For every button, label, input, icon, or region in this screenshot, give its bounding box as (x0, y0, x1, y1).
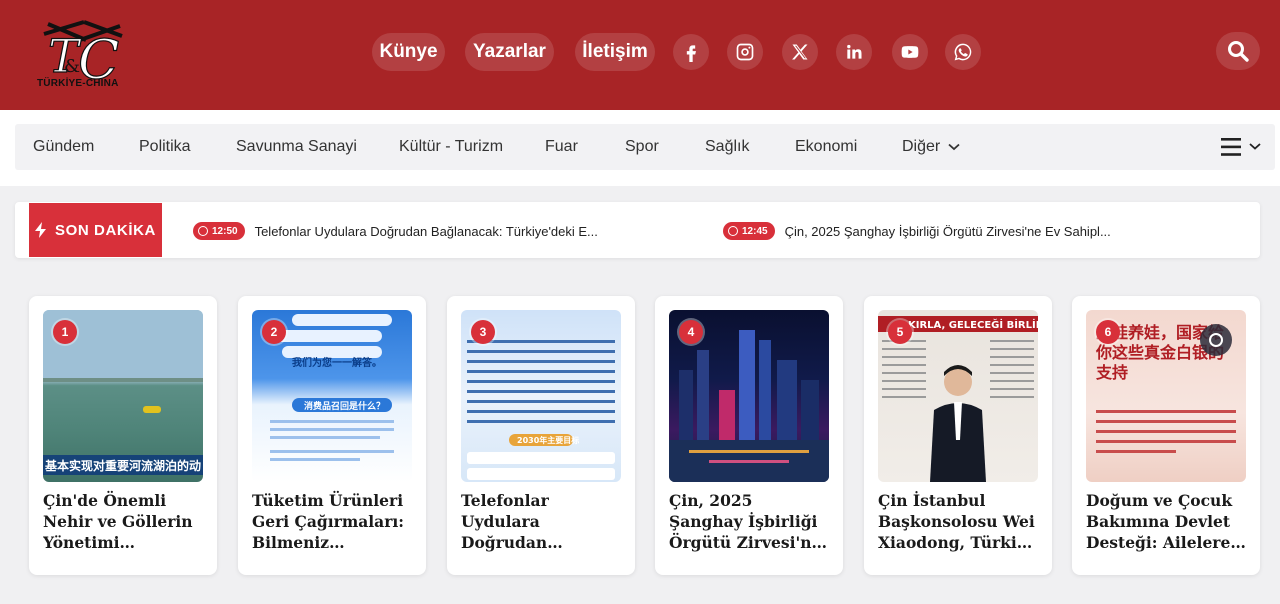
breaking-news-bar: SON DAKİKA 12:50 Telefonlar Uydulara Doğ… (15, 202, 1260, 258)
thumb-line: 我们为您一一解答。 (292, 356, 382, 369)
rank-badge: 4 (679, 320, 703, 344)
news-card[interactable]: 2030年主要目标 3 Telefonlar Uydulara Doğrudan… (447, 296, 635, 575)
category-savunma-sanayi[interactable]: Savunma Sanayi (236, 124, 357, 170)
time-badge-value: 12:50 (212, 225, 238, 237)
breaking-news-label: SON DAKİKA (29, 203, 162, 257)
news-thumbnail[interactable]: KIRLA, GELECEĞİ BİRLİKTE İNŞA 5 (878, 310, 1038, 482)
category-ekonomi[interactable]: Ekonomi (795, 124, 857, 170)
news-card-title[interactable]: Çin'de Önemli Nehir ve Göllerin Yönetimi… (43, 490, 205, 553)
clock-icon (198, 226, 208, 236)
news-card-title[interactable]: Çin İstanbul Başkonsolosu Wei Xiaodong, … (878, 490, 1040, 553)
facebook-icon[interactable] (673, 34, 709, 70)
rank-badge: 1 (53, 320, 77, 344)
category-bar: Gündem Politika Savunma Sanayi Kültür - … (15, 124, 1275, 170)
breaking-news-headline: Telefonlar Uydulara Doğrudan Bağlanacak:… (254, 223, 598, 239)
logo-wordmark: TÜRKİYE-CHINA (37, 78, 119, 89)
search-button[interactable] (1216, 32, 1260, 70)
rank-badge: 5 (888, 320, 912, 344)
thumb-line: 2030年主要目标 (517, 435, 579, 445)
breaking-news-item[interactable]: 12:45 Çin, 2025 Şanghay İşbirliği Örgütü… (723, 222, 1111, 240)
rank-badge: 3 (471, 320, 495, 344)
linkedin-icon[interactable] (836, 34, 872, 70)
hamburger-icon (1221, 138, 1261, 156)
time-badge: 12:45 (723, 222, 775, 240)
rank-badge: 2 (262, 320, 286, 344)
category-politika[interactable]: Politika (139, 124, 191, 170)
news-thumbnail[interactable]: 生娃养娃，国家给 你这些真金白银的 支持 6 (1086, 310, 1246, 482)
category-nav: Gündem Politika Savunma Sanayi Kültür - … (0, 110, 1280, 186)
news-card-title[interactable]: Telefonlar Uydulara Doğrudan Bağlanacak:… (461, 490, 623, 553)
rank-badge: 6 (1096, 320, 1120, 344)
chevron-down-icon (948, 143, 960, 151)
breaking-news-item[interactable]: 12:50 Telefonlar Uydulara Doğrudan Bağla… (193, 222, 598, 240)
whatsapp-icon[interactable] (945, 34, 981, 70)
news-card[interactable]: 生娃养娃，国家给 你这些真金白银的 支持 6 Doğum ve Çocuk Ba… (1072, 296, 1260, 575)
news-thumbnail[interactable]: 基本实现对重要河流湖泊的动 1 (43, 310, 203, 482)
thumb-caption: 基本实现对重要河流湖泊的动 (44, 458, 201, 473)
category-kultur-turizm[interactable]: Kültür - Turizm (399, 124, 503, 170)
search-icon (1228, 41, 1249, 62)
lightning-icon (34, 222, 46, 238)
news-card-title[interactable]: Tüketim Ürünleri Geri Çağırmaları: Bilme… (252, 490, 414, 553)
news-card-title[interactable]: Doğum ve Çocuk Bakımına Devlet Desteği: … (1086, 490, 1248, 553)
news-thumbnail[interactable]: 2030年主要目标 3 (461, 310, 621, 482)
thumb-line: 消费品召回是什么？ (304, 400, 385, 412)
nav-yazarlar[interactable]: Yazarlar (465, 33, 554, 71)
category-diger-label: Diğer (902, 138, 941, 155)
time-badge-value: 12:45 (742, 225, 768, 237)
breaking-news-label-text: SON DAKİKA (54, 221, 156, 239)
thumb-line: 支持 (1095, 363, 1128, 382)
thumb-caption: KIRLA, GELECEĞİ BİRLİKTE İNŞA (908, 317, 1038, 331)
news-card[interactable]: 4 Çin, 2025 Şanghay İşbirliği Örgütü Zir… (655, 296, 843, 575)
category-spor[interactable]: Spor (625, 124, 659, 170)
time-badge: 12:50 (193, 222, 245, 240)
nav-iletisim[interactable]: İletişim (575, 33, 655, 71)
category-gundem[interactable]: Gündem (33, 124, 94, 170)
news-card[interactable]: 基本实现对重要河流湖泊的动 1 Çin'de Önemli Nehir ve G… (29, 296, 217, 575)
news-card-title[interactable]: Çin, 2025 Şanghay İşbirliği Örgütü Zirve… (669, 490, 831, 553)
x-icon[interactable] (782, 34, 818, 70)
breaking-news-headline: Çin, 2025 Şanghay İşbirliği Örgütü Zirve… (784, 223, 1111, 239)
news-card[interactable]: 我们为您一一解答。 消费品召回是什么？ 2 Tüketim Ürünleri G… (238, 296, 426, 575)
instagram-icon[interactable] (727, 34, 763, 70)
category-fuar[interactable]: Fuar (545, 124, 578, 170)
category-diger-dropdown[interactable]: Diğer (902, 124, 960, 170)
site-header: T C & TÜRKİYE-CHINA Künye Yazarlar İleti… (0, 0, 1280, 110)
news-thumbnail[interactable]: 我们为您一一解答。 消费品召回是什么？ 2 (252, 310, 412, 482)
clock-icon (728, 226, 738, 236)
menu-button[interactable] (1221, 138, 1261, 156)
youtube-icon[interactable] (892, 34, 928, 70)
category-saglik[interactable]: Sağlık (705, 124, 749, 170)
svg-text:&: & (64, 56, 80, 77)
nav-kunye[interactable]: Künye (372, 33, 445, 71)
news-card[interactable]: KIRLA, GELECEĞİ BİRLİKTE İNŞA 5 Çin İsta… (864, 296, 1052, 575)
news-thumbnail[interactable]: 4 (669, 310, 829, 482)
